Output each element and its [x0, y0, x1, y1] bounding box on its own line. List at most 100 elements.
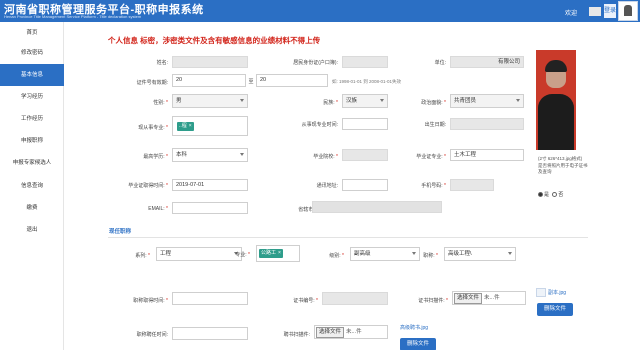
cert-scan-delete-button[interactable]: 删除文件	[537, 303, 573, 316]
sidebar-item-query[interactable]: 信息查询	[0, 175, 64, 197]
school-field[interactable]	[342, 149, 388, 161]
title-value: 高级工程\	[448, 251, 472, 257]
radio-no[interactable]	[552, 192, 558, 198]
image-thumbnail-icon	[536, 288, 546, 297]
ethnicity-label-text: 民族:	[323, 100, 335, 106]
gender-value: 男	[176, 98, 182, 104]
sidebar-item-work[interactable]: 工作经历	[0, 108, 64, 130]
cert-validity-label: 证件号有效期:	[136, 80, 168, 86]
sidebar-item-change-password[interactable]: 修改密码	[0, 42, 64, 64]
school-label: 毕业院校: *	[313, 154, 338, 160]
birthdate-field[interactable]	[450, 118, 524, 130]
chevron-down-icon	[380, 99, 384, 102]
warning-text: 标密，涉密类文件及含有敏感信息的业绩材料不得上传	[140, 36, 321, 45]
avatar[interactable]	[618, 1, 638, 21]
email-input[interactable]	[172, 202, 248, 214]
chevron-down-icon	[240, 153, 244, 156]
phone-label-text: 手机号码:	[421, 183, 443, 189]
email-label-text: EMAIL:	[148, 206, 165, 212]
sidebar-item-exit[interactable]: 退出	[0, 219, 64, 241]
radio-yes-label: 是	[544, 192, 550, 198]
political-select[interactable]: 共青团员	[450, 94, 524, 108]
cert-scan-choose-button[interactable]: 选择文件	[454, 293, 483, 304]
specialty-tag[interactable]: 公路工 ×	[259, 249, 283, 258]
grad-date-label: 毕业证取得时间: *	[128, 183, 168, 189]
ethnicity-select[interactable]: 汉族	[342, 94, 388, 108]
photo-use-radio-group: 是 否	[538, 191, 563, 198]
education-label: 最高学历: *	[143, 154, 168, 160]
engaged-time-label: 从事现专业时间:	[301, 122, 338, 128]
cert-scan-file-link[interactable]: 副本.jpg	[548, 289, 566, 296]
phone-label: 手机号码: *	[421, 183, 446, 189]
sidebar-item-expert-candidate[interactable]: 申报专家候选人	[0, 152, 64, 174]
sidebar-item-home[interactable]: 首页	[0, 22, 64, 44]
major-input[interactable]: 土木工程	[450, 149, 524, 161]
political-value: 共青团员	[454, 98, 477, 104]
level-value: 副高级	[354, 251, 371, 257]
appoint-scan-choose-button[interactable]: 选择文件	[316, 327, 345, 338]
title-select[interactable]: 高级工程\	[444, 247, 516, 261]
ethnicity-label: 民族: *	[323, 100, 338, 106]
sidebar-item-apply-title[interactable]: 申报职称	[0, 130, 64, 152]
id-field[interactable]	[342, 56, 388, 68]
id-label: 居民身份证(户口簿):	[293, 60, 338, 66]
grad-date-input[interactable]: 2019-07-01	[172, 179, 248, 191]
page: 河南省职称管理服务平台-职称申报系统 Henan Province Title …	[0, 0, 640, 350]
cert-scan-label-text: 证书扫描件:	[418, 298, 445, 304]
appoint-scan-file-input[interactable]: 选择文件 未...件	[314, 325, 388, 339]
specialty-label-text: 专业:	[235, 252, 247, 258]
education-value: 本科	[176, 152, 188, 158]
province-field[interactable]	[312, 201, 442, 213]
name-field[interactable]	[172, 56, 248, 68]
radio-yes[interactable]	[538, 192, 543, 198]
address-input[interactable]	[342, 179, 388, 191]
cert-no-label: 证书编号: *	[293, 298, 318, 304]
obtain-time-input[interactable]	[172, 292, 248, 305]
education-label-text: 最高学历:	[143, 154, 165, 160]
current-major-label-text: 现从事专业:	[138, 125, 165, 131]
chevron-down-icon	[508, 252, 512, 255]
appoint-scan-delete-button[interactable]: 删除文件	[400, 338, 436, 350]
cert-scan-file-input[interactable]: 选择文件 未...件	[452, 291, 526, 305]
cert-example-hint: 如: 1998-01-01 到 2008-01-01失效	[332, 79, 402, 84]
login-button[interactable]: 登录	[604, 4, 616, 18]
major-label: 毕业证专业: *	[416, 154, 446, 160]
gender-select[interactable]: 男	[172, 94, 248, 108]
sidebar: 首页 修改密码 基本信息 学习经历 工作经历 申报职称 申报专家候选人 信息查询…	[0, 22, 64, 350]
ethnicity-value: 汉族	[346, 98, 358, 104]
title-label: 职称: *	[423, 253, 438, 259]
engaged-time-input[interactable]	[342, 118, 388, 130]
title-label-text: 职称:	[423, 253, 435, 259]
close-icon[interactable]: ×	[278, 250, 281, 256]
photo-body	[538, 94, 574, 150]
current-major-multiselect[interactable]: ..程 ×	[172, 116, 248, 136]
appoint-scan-label: 聘书扫描件:	[283, 332, 310, 338]
major-tag[interactable]: ..程 ×	[177, 122, 194, 131]
appoint-time-label: 职称聘任时间:	[136, 332, 168, 338]
sidebar-item-payment[interactable]: 缴费	[0, 197, 64, 219]
section-current-title: 现任职称	[109, 229, 132, 235]
specialty-multiselect[interactable]: 公路工 ×	[256, 245, 300, 262]
education-select[interactable]: 本科	[172, 148, 248, 162]
cert-start-input[interactable]: 20	[172, 74, 246, 87]
cert-end-input[interactable]: 20	[256, 74, 328, 87]
unit-label: 单位:	[434, 60, 446, 66]
appoint-time-input[interactable]	[172, 327, 248, 340]
political-label: 政治面貌: *	[421, 100, 446, 106]
series-label-text: 系列:	[135, 253, 147, 259]
sidebar-item-basic-info[interactable]: 基本信息	[0, 64, 64, 86]
id-photo	[536, 50, 576, 150]
main-content: 个人信息 标密，涉密类文件及含有敏感信息的业绩材料不得上传 姓名: 居民身份证(…	[64, 22, 640, 350]
sidebar-item-education[interactable]: 学习经历	[0, 86, 64, 108]
cert-no-field[interactable]	[322, 292, 388, 305]
school-label-text: 毕业院校:	[313, 154, 335, 160]
section-divider	[108, 237, 588, 238]
specialty-label: 专业: *	[235, 252, 250, 258]
title-text: 个人信息	[108, 36, 138, 45]
appoint-scan-file-link[interactable]: 高级聘书.jpg	[400, 324, 428, 331]
page-title: 个人信息 标密，涉密类文件及含有敏感信息的业绩材料不得上传	[108, 35, 320, 46]
close-icon[interactable]: ×	[189, 123, 192, 129]
phone-field[interactable]	[450, 179, 494, 191]
obtain-time-label: 职称取得时间: *	[133, 298, 168, 304]
unit-field[interactable]: 有限公司	[450, 56, 524, 68]
